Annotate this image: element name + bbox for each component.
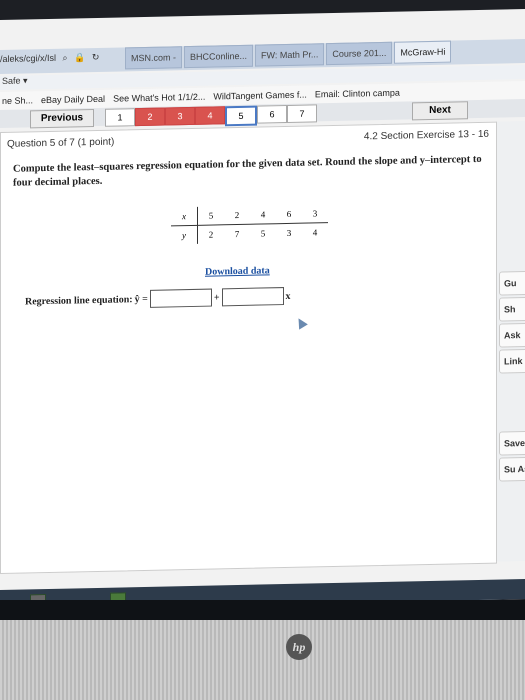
browser-screen: /aleks/cgi/x/Isl ⌕ 🔒 ↻ MSN.com - BHCConl…	[0, 9, 525, 611]
x-variable: x	[285, 290, 291, 302]
tab-msn[interactable]: MSN.com -	[125, 46, 182, 70]
favorite-item[interactable]: Email: Clinton campa	[315, 88, 400, 100]
next-button[interactable]: Next	[412, 101, 468, 121]
sidebar-button-ask[interactable]: Ask	[499, 322, 525, 348]
x-label: x	[171, 206, 198, 226]
chevron-down-icon: ▾	[20, 75, 28, 86]
y-value: 7	[234, 228, 240, 240]
sidebar-button-show[interactable]: Sh	[499, 296, 525, 322]
page-1[interactable]: 1	[105, 108, 135, 127]
x-value: 2	[224, 205, 250, 225]
regression-equation: Regression line equation: ŷ = + x	[25, 287, 291, 311]
page-4[interactable]: 4	[195, 106, 225, 125]
y-value: 4	[312, 227, 318, 238]
y-value: 5	[260, 228, 266, 239]
tab-mcgraw-hill[interactable]: McGraw-Hi	[394, 40, 452, 64]
sidebar-button-guided[interactable]: Gu	[499, 270, 525, 296]
address-text[interactable]: /aleks/cgi/x/Isl	[0, 53, 56, 64]
address-bar[interactable]: /aleks/cgi/x/Isl ⌕ 🔒 ↻	[0, 52, 103, 70]
table-row: y 2 7 5 3 4	[171, 223, 328, 245]
question-panel: Question 5 of 7 (1 point) 4.2 Section Ex…	[0, 121, 497, 575]
section-label: 4.2 Section Exercise 13 - 16	[363, 128, 489, 143]
yhat-symbol: ŷ =	[134, 293, 148, 305]
laptop-bezel	[0, 620, 525, 700]
slope-input[interactable]	[221, 287, 284, 307]
sidebar-button-link[interactable]: Link	[499, 348, 525, 374]
favorite-item[interactable]: ne Sh...	[2, 95, 33, 106]
x-value: 3	[302, 204, 328, 224]
lock-icon: 🔒	[74, 52, 86, 63]
question-header: Question 5 of 7 (1 point) 4.2 Section Ex…	[7, 129, 489, 150]
refresh-icon[interactable]: ↻	[92, 52, 100, 62]
plus-sign: +	[213, 291, 220, 304]
screen-edge	[0, 600, 525, 620]
page-3[interactable]: 3	[165, 106, 195, 126]
y-value: 2	[208, 229, 214, 240]
sidebar: Gu Sh Ask Link Save Su Assi	[496, 120, 525, 562]
favorite-item[interactable]: WildTangent Games f...	[213, 90, 307, 102]
equation-label: Regression line equation:	[25, 293, 133, 307]
y-value: 3	[286, 227, 292, 238]
page-5[interactable]: 5	[225, 105, 257, 127]
question-text: Compute the least–squares regression equ…	[13, 153, 482, 189]
safety-menu[interactable]: Safe	[2, 76, 21, 86]
sidebar-button-submit[interactable]: Su Assi	[499, 456, 525, 482]
tab-course[interactable]: Course 201...	[326, 41, 393, 66]
tab-bhcc[interactable]: BHCConline...	[184, 44, 254, 69]
page-7[interactable]: 7	[287, 104, 317, 123]
y-label: y	[171, 225, 198, 245]
question-number: Question 5 of 7 (1 point)	[7, 136, 115, 150]
previous-button[interactable]: Previous	[30, 109, 94, 129]
search-icon[interactable]: ⌕	[63, 53, 68, 63]
download-data-link[interactable]: Download data	[205, 265, 270, 277]
data-table: x 5 2 4 6 3 y 2 7 5 3 4	[171, 204, 328, 245]
x-value: 5	[197, 206, 224, 226]
intercept-input[interactable]	[149, 288, 212, 308]
tab-fw-math[interactable]: FW: Math Pr...	[255, 43, 325, 67]
page-6[interactable]: 6	[257, 104, 287, 124]
x-value: 4	[250, 205, 276, 225]
hp-logo: hp	[286, 634, 312, 660]
sidebar-button-save[interactable]: Save	[499, 430, 525, 456]
page-2[interactable]: 2	[135, 107, 165, 127]
favorite-item[interactable]: eBay Daily Deal	[41, 94, 105, 105]
x-value: 6	[276, 204, 302, 224]
favorite-item[interactable]: See What's Hot 1/1/2...	[113, 92, 205, 104]
